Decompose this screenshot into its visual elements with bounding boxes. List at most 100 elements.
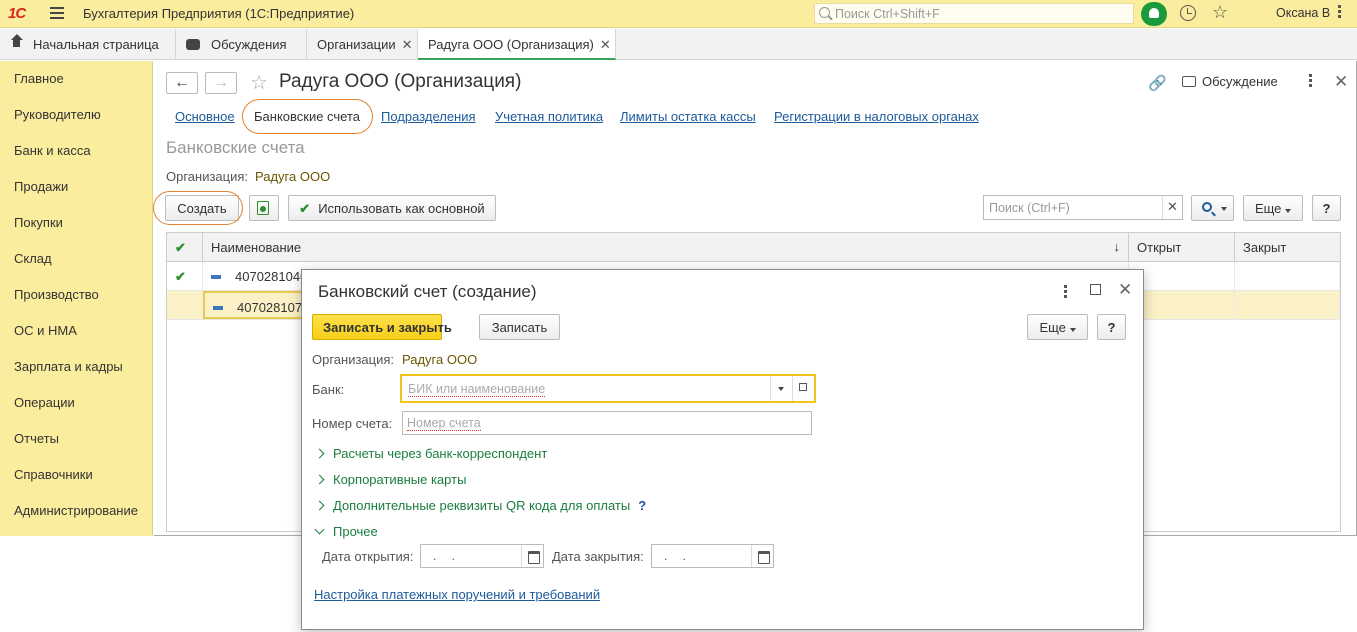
column-name[interactable]: Наименование ↓: [203, 233, 1129, 261]
bank-field[interactable]: БИК или наименование: [400, 374, 816, 403]
highlight-circle: [242, 99, 373, 134]
search-icon: [1202, 202, 1212, 212]
group-label: Прочее: [333, 524, 378, 539]
more-button[interactable]: Еще: [1243, 195, 1303, 221]
tab-organizations[interactable]: Организации ✕: [307, 29, 418, 59]
sidebar-item-sales[interactable]: Продажи: [14, 179, 68, 194]
discussion-button[interactable]: Обсуждение: [1182, 74, 1278, 89]
chevron-down-icon: [1221, 207, 1227, 211]
highlight-circle: [153, 191, 243, 225]
opened-cell: [1129, 291, 1235, 319]
opened-cell: [1129, 262, 1235, 290]
bank-open-button[interactable]: [792, 376, 814, 401]
discussion-icon: [186, 39, 200, 50]
sidebar-item-fixed-assets[interactable]: ОС и НМА: [14, 323, 77, 338]
dialog-close-button[interactable]: ✕: [1118, 280, 1132, 300]
form-close-button[interactable]: ✕: [1334, 72, 1348, 92]
tab-bar: Начальная страница Обсуждения Организаци…: [0, 29, 1357, 60]
group-other[interactable]: Прочее: [314, 524, 378, 539]
column-main-check[interactable]: ✔: [167, 233, 203, 261]
group-label: Расчеты через банк-корреспондент: [333, 446, 548, 461]
section-tax-registrations[interactable]: Регистрации в налоговых органах: [774, 109, 979, 124]
calendar-icon[interactable]: [521, 545, 543, 567]
organization-value[interactable]: Радуга ООО: [255, 169, 330, 184]
chevron-down-icon: [778, 387, 784, 391]
section-cash-limits[interactable]: Лимиты остатка кассы: [620, 109, 756, 124]
sidebar-item-operations[interactable]: Операции: [14, 395, 75, 410]
open-date-label: Дата открытия:: [322, 549, 414, 564]
save-button[interactable]: Записать: [479, 314, 560, 340]
group-correspondent-bank[interactable]: Расчеты через банк-корреспондент: [314, 446, 548, 461]
sidebar: Главное Руководителю Банк и касса Продаж…: [0, 61, 153, 536]
account-number-field[interactable]: Номер счета: [402, 411, 812, 435]
group-qr-requisites[interactable]: Дополнительные реквизиты QR кода для опл…: [314, 498, 646, 513]
menu-icon[interactable]: [50, 7, 64, 19]
bank-placeholder: БИК или наименование: [408, 382, 546, 397]
favorite-star-icon[interactable]: ☆: [250, 70, 268, 95]
main-menu-more-icon[interactable]: [1338, 5, 1342, 20]
sidebar-item-production[interactable]: Производство: [14, 287, 99, 302]
app-title: Бухгалтерия Предприятия (1С:Предприятие): [83, 6, 355, 21]
dialog-help-button[interactable]: ?: [1097, 314, 1126, 340]
dialog-more-icon[interactable]: [1064, 285, 1068, 300]
group-corporate-cards[interactable]: Корпоративные карты: [314, 472, 466, 487]
account-placeholder: Номер счета: [407, 416, 481, 431]
sidebar-item-main[interactable]: Главное: [14, 71, 64, 86]
user-name[interactable]: Оксана В: [1276, 6, 1330, 20]
global-search-input[interactable]: Поиск Ctrl+Shift+F: [814, 3, 1134, 24]
help-question-icon[interactable]: ?: [638, 498, 646, 513]
sidebar-item-payroll[interactable]: Зарплата и кадры: [14, 359, 123, 374]
sidebar-item-bank[interactable]: Банк и касса: [14, 143, 91, 158]
notifications-bell-icon[interactable]: [1141, 2, 1167, 26]
list-search-placeholder: Поиск (Ctrl+F): [989, 201, 1070, 215]
calendar-icon[interactable]: [751, 545, 773, 567]
list-search-input[interactable]: Поиск (Ctrl+F) ✕: [983, 195, 1183, 220]
column-closed[interactable]: Закрыт: [1235, 233, 1340, 261]
copy-button[interactable]: [249, 195, 279, 221]
chevron-down-icon: [314, 524, 325, 535]
close-date-field[interactable]: . .: [651, 544, 774, 568]
use-as-main-button[interactable]: ✔ Использовать как основной: [288, 195, 496, 221]
favorites-star-icon[interactable]: ☆: [1212, 2, 1228, 23]
sidebar-item-reports[interactable]: Отчеты: [14, 431, 59, 446]
payment-settings-link[interactable]: Настройка платежных поручений и требован…: [314, 587, 600, 602]
back-button[interactable]: ←: [166, 72, 198, 94]
tab-close-icon[interactable]: ✕: [600, 37, 611, 52]
home-icon: [10, 34, 23, 50]
tab-home[interactable]: Начальная страница: [0, 29, 176, 59]
sidebar-item-catalogs[interactable]: Справочники: [14, 467, 93, 482]
form-more-icon[interactable]: [1309, 74, 1313, 89]
forward-button[interactable]: →: [205, 72, 237, 94]
organization-label: Организация:: [166, 169, 249, 184]
sidebar-item-admin[interactable]: Администрирование: [14, 503, 138, 518]
section-departments[interactable]: Подразделения: [381, 109, 476, 124]
clear-search-button[interactable]: ✕: [1162, 196, 1182, 219]
section-accounting-policy[interactable]: Учетная политика: [495, 109, 603, 124]
main-check-cell: [167, 291, 203, 319]
org-field-label: Организация:: [312, 352, 395, 367]
org-field-value[interactable]: Радуга ООО: [402, 352, 477, 367]
sidebar-item-purchases[interactable]: Покупки: [14, 215, 63, 230]
account-field-label: Номер счета:: [312, 416, 393, 431]
sidebar-item-warehouse[interactable]: Склад: [14, 251, 52, 266]
discussion-label: Обсуждение: [1202, 74, 1278, 89]
tab-raduga-org[interactable]: Радуга ООО (Организация) ✕: [418, 29, 616, 60]
maximize-icon[interactable]: [1090, 284, 1101, 295]
save-and-close-button[interactable]: Записать и закрыть: [312, 314, 452, 340]
tab-discussions[interactable]: Обсуждения: [176, 29, 307, 59]
bank-dropdown-button[interactable]: [770, 376, 792, 401]
history-icon[interactable]: [1180, 5, 1196, 21]
copy-icon: [257, 201, 269, 215]
help-button[interactable]: ?: [1312, 195, 1341, 221]
link-icon[interactable]: 🔗: [1148, 74, 1167, 92]
tab-close-icon[interactable]: ✕: [402, 37, 413, 52]
search-options-button[interactable]: [1191, 195, 1234, 221]
open-date-field[interactable]: . .: [420, 544, 544, 568]
open-date-value: . .: [433, 549, 462, 563]
section-main[interactable]: Основное: [175, 109, 235, 124]
chevron-down-icon: [1069, 328, 1076, 332]
column-opened[interactable]: Открыт: [1129, 233, 1235, 261]
tab-label: Начальная страница: [33, 37, 159, 52]
dialog-more-button[interactable]: Еще: [1027, 314, 1088, 340]
chevron-right-icon: [314, 474, 325, 485]
